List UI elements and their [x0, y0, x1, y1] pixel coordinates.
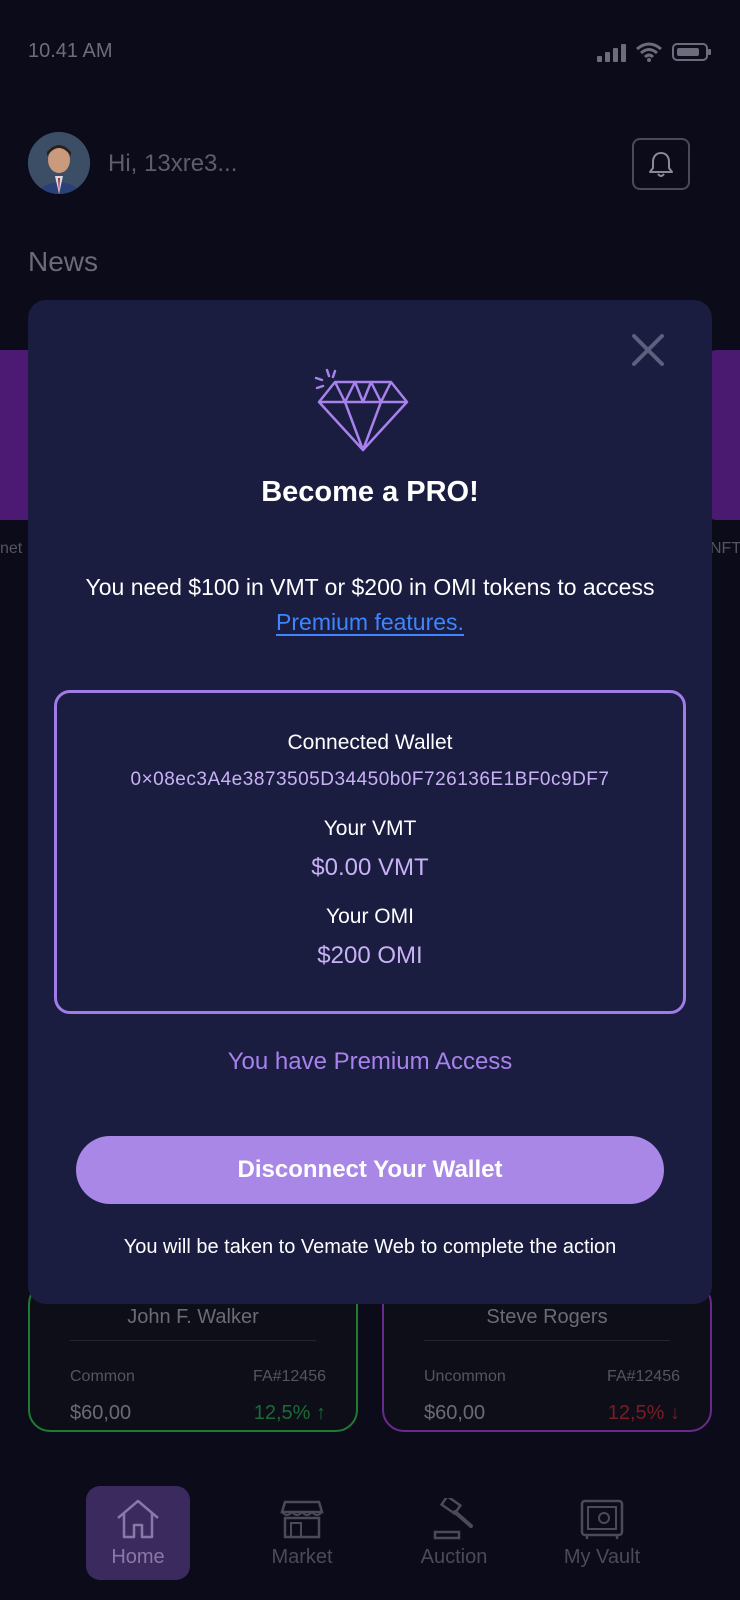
status-time: 10.41 AM: [28, 40, 113, 62]
change-value: 12,5%: [607, 1402, 665, 1424]
omi-label: Your OMI: [326, 905, 414, 928]
modal-title: Become a PRO!: [261, 476, 479, 508]
news-heading: News: [28, 246, 99, 277]
modal-description: You need $100 in VMT or $200 in OMI toke…: [68, 570, 672, 640]
bottom-nav: Home Market Auction My Vault: [0, 1470, 740, 1600]
signal-icon: [597, 44, 626, 62]
greeting-text: Hi, 13xre3...: [108, 150, 238, 177]
nav-label: Market: [271, 1545, 333, 1568]
news-caption-right: NFT: [710, 540, 740, 557]
nav-item-home[interactable]: Home: [86, 1486, 190, 1580]
news-caption-left: net: [0, 540, 23, 557]
player-name: John F. Walker: [127, 1306, 259, 1328]
nav-item-auction[interactable]: Auction: [402, 1486, 506, 1580]
arrow-up-icon: ↑: [316, 1402, 326, 1424]
close-button[interactable]: [628, 330, 668, 370]
player-card[interactable]: John F. Walker Common FA#12456 $60,00 12…: [28, 1282, 358, 1432]
premium-status-text: You have Premium Access: [227, 1048, 513, 1075]
vmt-value: $0.00 VMT: [311, 854, 429, 881]
close-icon: [632, 334, 664, 366]
vault-icon: [580, 1499, 624, 1539]
home-icon: [117, 1499, 159, 1538]
player-rarity: Uncommon: [424, 1368, 506, 1385]
divider: [424, 1340, 670, 1341]
store-icon: [280, 1500, 324, 1538]
diamond-icon: [314, 368, 409, 452]
home-screen: 10.41 AM Hi, 13xre3... News net NFT John…: [0, 0, 740, 1600]
omi-value: $200 OMI: [317, 942, 423, 969]
player-change: 12,5% ↓: [608, 1402, 680, 1425]
player-id: FA#12456: [607, 1368, 680, 1385]
player-card[interactable]: Steve Rogers Uncommon FA#12456 $60,00 12…: [382, 1282, 712, 1432]
nav-label: Home: [111, 1545, 165, 1568]
nav-item-market[interactable]: Market: [250, 1486, 354, 1580]
nav-item-my-vault[interactable]: My Vault: [550, 1486, 654, 1580]
description-text: You need $100 in VMT or $200 in OMI toke…: [85, 574, 655, 600]
wallet-address: 0×08ec3A4e3873505D34450b0F726136E1BF0c9D…: [130, 769, 610, 790]
wifi-icon: [636, 42, 662, 62]
notifications-button[interactable]: [632, 138, 690, 190]
battery-icon: [672, 43, 711, 61]
status-bar: 10.41 AM: [0, 0, 740, 100]
gavel-icon: [433, 1497, 473, 1539]
status-icons: [597, 42, 712, 62]
player-change: 12,5% ↑: [254, 1402, 326, 1425]
avatar-image: [28, 132, 90, 194]
news-card-right[interactable]: [708, 350, 740, 520]
avatar[interactable]: [28, 132, 90, 194]
arrow-down-icon: ↓: [670, 1402, 680, 1424]
become-pro-modal: Become a PRO! You need $100 in VMT or $2…: [28, 300, 712, 1304]
nav-label: My Vault: [563, 1545, 641, 1568]
divider: [70, 1340, 316, 1341]
player-price: $60,00: [424, 1402, 486, 1424]
player-id: FA#12456: [253, 1368, 326, 1385]
player-rarity: Common: [70, 1368, 135, 1385]
bell-icon: [649, 152, 673, 177]
player-price: $60,00: [70, 1402, 132, 1424]
wallet-info-box: Connected Wallet 0×08ec3A4e3873505D34450…: [54, 690, 686, 1014]
nav-label: Auction: [420, 1545, 488, 1568]
connected-wallet-label: Connected Wallet: [287, 731, 453, 754]
premium-features-link[interactable]: Premium features.: [276, 609, 464, 635]
disconnect-wallet-button[interactable]: Disconnect Your Wallet: [76, 1136, 664, 1204]
player-name: Steve Rogers: [486, 1306, 608, 1328]
footnote-text: You will be taken to Vemate Web to compl…: [123, 1236, 617, 1258]
change-value: 12,5%: [253, 1402, 311, 1424]
vmt-label: Your VMT: [323, 817, 417, 840]
